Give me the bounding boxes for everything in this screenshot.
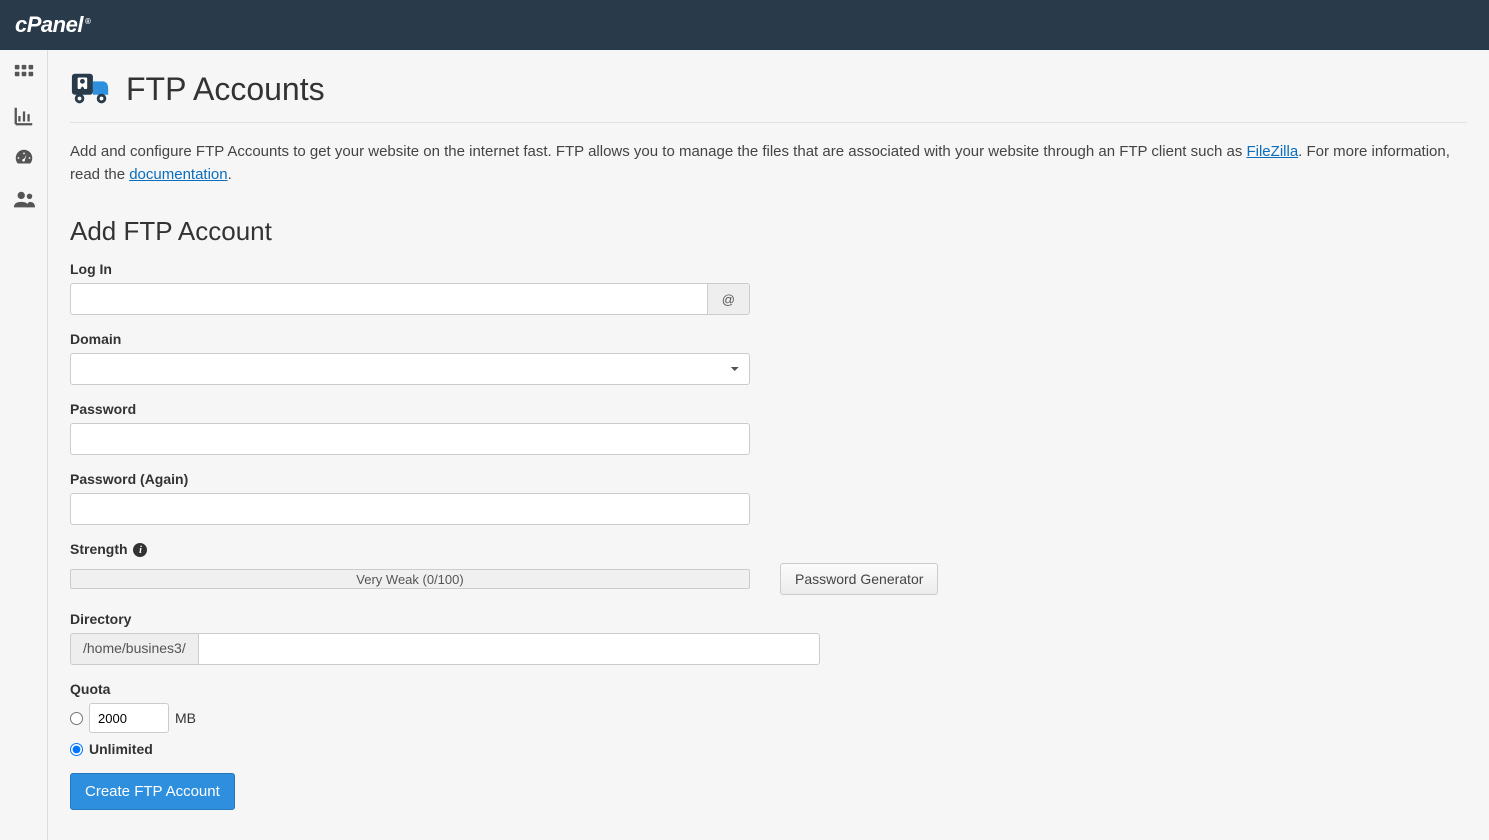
quota-unlimited-radio[interactable] (70, 743, 83, 756)
strength-label: Strength i (70, 541, 1467, 557)
password-again-input[interactable] (70, 493, 750, 525)
info-icon[interactable]: i (133, 543, 147, 557)
app-header: cPanel (0, 0, 1489, 50)
intro-text: Add and configure FTP Accounts to get yo… (70, 141, 1467, 186)
main-content: FTP Accounts Add and configure FTP Accou… (48, 50, 1489, 840)
strength-meter: Very Weak (0/100) (70, 569, 750, 589)
ftp-truck-icon (70, 68, 112, 110)
password-again-label: Password (Again) (70, 471, 1467, 487)
mb-label: MB (175, 710, 196, 726)
at-addon: @ (708, 283, 750, 315)
users-icon[interactable] (12, 188, 36, 212)
unlimited-label: Unlimited (89, 741, 153, 757)
login-label: Log In (70, 261, 1467, 277)
domain-label: Domain (70, 331, 1467, 347)
stats-icon[interactable] (12, 104, 36, 128)
password-input[interactable] (70, 423, 750, 455)
password-label: Password (70, 401, 1467, 417)
domain-select[interactable] (70, 353, 750, 385)
login-input[interactable] (70, 283, 708, 315)
password-generator-button[interactable]: Password Generator (780, 563, 938, 595)
sidebar-nav (0, 50, 48, 840)
create-ftp-account-button[interactable]: Create FTP Account (70, 773, 235, 810)
directory-input[interactable] (198, 633, 820, 665)
directory-label: Directory (70, 611, 1467, 627)
quota-limited-radio[interactable] (70, 712, 83, 725)
brand-logo: cPanel (15, 12, 90, 38)
page-title: FTP Accounts (126, 71, 325, 108)
add-ftp-section-title: Add FTP Account (70, 216, 1467, 247)
filezilla-link[interactable]: FileZilla (1246, 143, 1298, 160)
directory-prefix: /home/busines3/ (70, 633, 198, 665)
grid-icon[interactable] (12, 62, 36, 86)
quota-label: Quota (70, 681, 1467, 697)
dashboard-icon[interactable] (12, 146, 36, 170)
quota-value-input[interactable] (89, 703, 169, 733)
documentation-link[interactable]: documentation (129, 166, 227, 183)
